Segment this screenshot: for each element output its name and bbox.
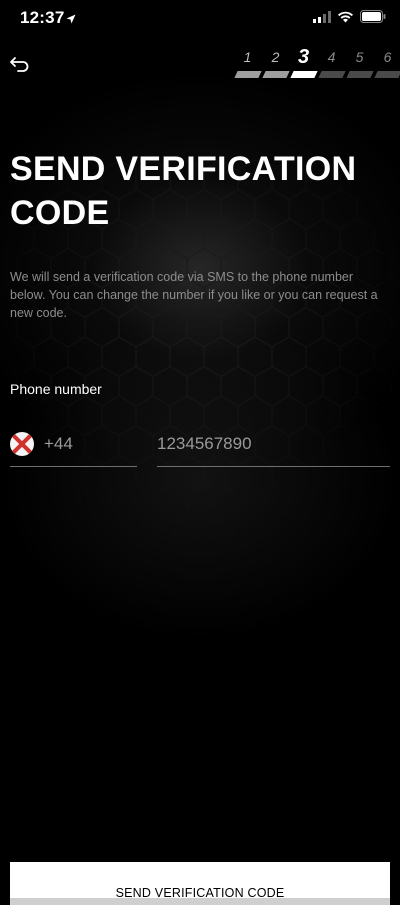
step-bar — [289, 71, 318, 78]
step-1: 1 — [233, 48, 262, 78]
step-bar — [345, 71, 374, 78]
location-arrow-icon — [66, 14, 76, 24]
wifi-icon — [338, 11, 353, 22]
status-time: 12:37 — [20, 8, 65, 27]
step-number: 1 — [243, 49, 252, 65]
country-code-selector[interactable]: +44 — [10, 422, 137, 467]
signal-icon — [313, 10, 331, 23]
phone-number-label: Phone number — [10, 381, 102, 397]
step-2: 2 — [261, 48, 290, 78]
page-description: We will send a verification code via SMS… — [10, 270, 378, 320]
page-title: SEND VERIFICATION CODE — [10, 150, 357, 232]
step-number: 4 — [327, 49, 336, 65]
send-verification-code-button[interactable]: SEND VERIFICATION CODE — [10, 862, 390, 905]
country-code: +44 — [44, 434, 73, 453]
status-icons — [313, 10, 386, 23]
status-bar: 12:37 — [0, 0, 400, 40]
step-6: 6 — [373, 48, 400, 78]
back-button[interactable] — [6, 50, 34, 78]
step-bar — [233, 71, 262, 78]
step-4: 4 — [317, 48, 346, 78]
step-number: 3 — [297, 46, 310, 68]
step-bar — [373, 71, 400, 78]
app-screen: 12:37 1 2 3 4 5 6 SEND VERIFICATION CODE… — [0, 0, 400, 905]
step-bar — [317, 71, 346, 78]
phone-number-input[interactable] — [157, 434, 390, 454]
step-number: 5 — [355, 49, 364, 65]
phone-number-field[interactable] — [157, 422, 390, 467]
step-5: 5 — [345, 48, 374, 78]
undo-arrow-icon — [10, 57, 29, 72]
battery-icon — [360, 10, 386, 23]
step-bar — [261, 71, 290, 78]
step-number: 6 — [383, 49, 392, 65]
flag-icon — [10, 432, 34, 456]
step-indicator: 1 2 3 4 5 6 — [233, 46, 400, 78]
step-number: 2 — [271, 49, 280, 65]
step-3: 3 — [289, 46, 318, 78]
